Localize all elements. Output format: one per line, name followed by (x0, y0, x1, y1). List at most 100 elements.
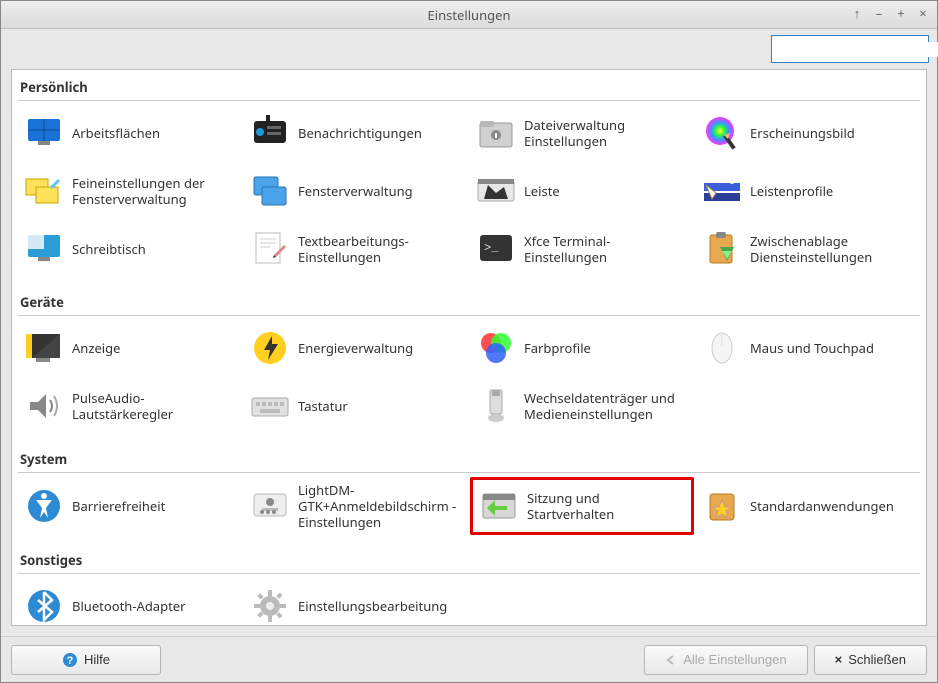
clipboard-icon (700, 227, 744, 271)
settings-item-terminal[interactable]: >_ Xfce Terminal-Einstellungen (470, 221, 694, 277)
settings-window: Einstellungen ↑ – + × PersönlichArbeitsf… (0, 0, 938, 683)
titlebar: Einstellungen ↑ – + × (1, 1, 937, 29)
settings-item-mouse[interactable]: Maus und Touchpad (696, 320, 920, 376)
item-label: Tastatur (298, 398, 348, 414)
terminal-icon: >_ (474, 227, 518, 271)
bluetooth-icon (22, 584, 66, 626)
item-label: Leistenprofile (750, 183, 833, 199)
workspaces-icon (22, 111, 66, 155)
settings-item-accessibility[interactable]: Barrierefreiheit (18, 477, 242, 535)
appearance-icon (700, 111, 744, 155)
category-grid: Arbeitsflächen Benachrichtigungen Dateiver… (18, 101, 920, 285)
category-header: Geräte (18, 289, 920, 316)
wm-tweaks-icon (22, 169, 66, 213)
back-icon (665, 654, 677, 666)
item-label: Einstellungsbearbeitung (298, 598, 447, 614)
help-icon: ? (62, 652, 78, 668)
settings-item-power[interactable]: Energieverwaltung (244, 320, 468, 376)
settings-item-desktop[interactable]: Schreibtisch (18, 221, 242, 277)
settings-item-clipboard[interactable]: Zwischenablage Diensteinstellungen (696, 221, 920, 277)
settings-item-display[interactable]: Anzeige (18, 320, 242, 376)
search-box[interactable] (771, 35, 929, 63)
item-label: Benachrichtigungen (298, 125, 422, 141)
item-label: Energieverwaltung (298, 340, 413, 356)
settings-item-removable[interactable]: Wechseldatenträger und Medieneinstellung… (470, 378, 694, 434)
category-header: Persönlich (18, 74, 920, 101)
settings-item-bluetooth[interactable]: Bluetooth-Adapter (18, 578, 242, 626)
settings-item-default-apps[interactable]: Standardanwendungen (696, 477, 920, 535)
settings-item-lightdm[interactable]: LightDM-GTK+Anmeldebildschirm - Einstell… (244, 477, 468, 535)
window-keep-above-icon[interactable]: ↑ (849, 5, 865, 21)
close-label: Schließen (848, 652, 906, 667)
settings-item-wm-tweaks[interactable]: Feineinstellungen der Fensterverwaltung (18, 163, 242, 219)
close-x-icon: × (835, 652, 843, 667)
item-label: Bluetooth-Adapter (72, 598, 186, 614)
item-label: Zwischenablage Diensteinstellungen (750, 233, 916, 266)
settings-item-panel[interactable]: Leiste (470, 163, 694, 219)
search-input[interactable] (782, 42, 938, 57)
removable-icon (474, 384, 518, 428)
item-label: Fensterverwaltung (298, 183, 413, 199)
window-title: Einstellungen (427, 6, 510, 24)
audio-icon (22, 384, 66, 428)
help-button[interactable]: ? Hilfe (11, 645, 161, 675)
settings-item-keyboard[interactable]: Tastatur (244, 378, 468, 434)
item-label: Xfce Terminal-Einstellungen (524, 233, 690, 266)
all-settings-label: Alle Einstellungen (683, 652, 786, 667)
settings-item-workspaces[interactable]: Arbeitsflächen (18, 105, 242, 161)
color-icon (474, 326, 518, 370)
settings-item-session[interactable]: Sitzung und Startverhalten (470, 477, 694, 535)
item-label: Farbprofile (524, 340, 591, 356)
item-label: Arbeitsflächen (72, 125, 160, 141)
settings-item-text-editor[interactable]: Textbearbeitungs-Einstellungen (244, 221, 468, 277)
window-close-icon[interactable]: × (915, 5, 931, 21)
settings-item-file-manager[interactable]: Dateiverwaltung Einstellungen (470, 105, 694, 161)
settings-item-panel-profiles[interactable]: Leistenprofile (696, 163, 920, 219)
notifications-icon (248, 111, 292, 155)
footer: ? Hilfe Alle Einstellungen × Schließen (1, 636, 937, 682)
display-icon (22, 326, 66, 370)
settings-item-audio[interactable]: PulseAudio-Lautstärkeregler (18, 378, 242, 434)
toolbar (1, 29, 937, 69)
window-minimize-icon[interactable]: – (871, 5, 887, 21)
item-label: Schreibtisch (72, 241, 146, 257)
item-label: Erscheinungsbild (750, 125, 855, 141)
item-label: Maus und Touchpad (750, 340, 874, 356)
desktop-icon (22, 227, 66, 271)
item-label: Wechseldatenträger und Medieneinstellung… (524, 390, 690, 423)
accessibility-icon (22, 484, 66, 528)
svg-text:>_: >_ (484, 241, 499, 255)
file-manager-icon (474, 111, 518, 155)
settings-item-notifications[interactable]: Benachrichtigungen (244, 105, 468, 161)
item-label: Anzeige (72, 340, 120, 356)
item-label: Textbearbeitungs-Einstellungen (298, 233, 464, 266)
keyboard-icon (248, 384, 292, 428)
svg-text:?: ? (67, 655, 74, 667)
panel-profiles-icon (700, 169, 744, 213)
category-grid: Anzeige Energieverwaltung Farbprofile Maus … (18, 316, 920, 442)
settings-editor-icon (248, 584, 292, 626)
item-label: Feineinstellungen der Fensterverwaltung (72, 175, 238, 208)
power-icon (248, 326, 292, 370)
item-label: Sitzung und Startverhalten (527, 490, 687, 523)
category-grid: Bluetooth-Adapter Einstellungsbearbeitung (18, 574, 920, 626)
item-label: Standardanwendungen (750, 498, 894, 514)
category-header: System (18, 446, 920, 473)
wm-icon (248, 169, 292, 213)
session-icon (477, 484, 521, 528)
settings-item-appearance[interactable]: Erscheinungsbild (696, 105, 920, 161)
close-button[interactable]: × Schließen (814, 645, 927, 675)
item-label: PulseAudio-Lautstärkeregler (72, 390, 238, 423)
default-apps-icon (700, 484, 744, 528)
settings-item-color[interactable]: Farbprofile (470, 320, 694, 376)
settings-item-wm[interactable]: Fensterverwaltung (244, 163, 468, 219)
item-label: Dateiverwaltung Einstellungen (524, 117, 690, 150)
lightdm-icon (248, 484, 292, 528)
item-label: Barrierefreiheit (72, 498, 165, 514)
settings-item-settings-editor[interactable]: Einstellungsbearbeitung (244, 578, 468, 626)
settings-content: Persönlich Arbeitsflächen Benachrichtigung… (11, 69, 927, 626)
mouse-icon (700, 326, 744, 370)
all-settings-button: Alle Einstellungen (644, 645, 807, 675)
window-maximize-icon[interactable]: + (893, 5, 909, 21)
panel-icon (474, 169, 518, 213)
